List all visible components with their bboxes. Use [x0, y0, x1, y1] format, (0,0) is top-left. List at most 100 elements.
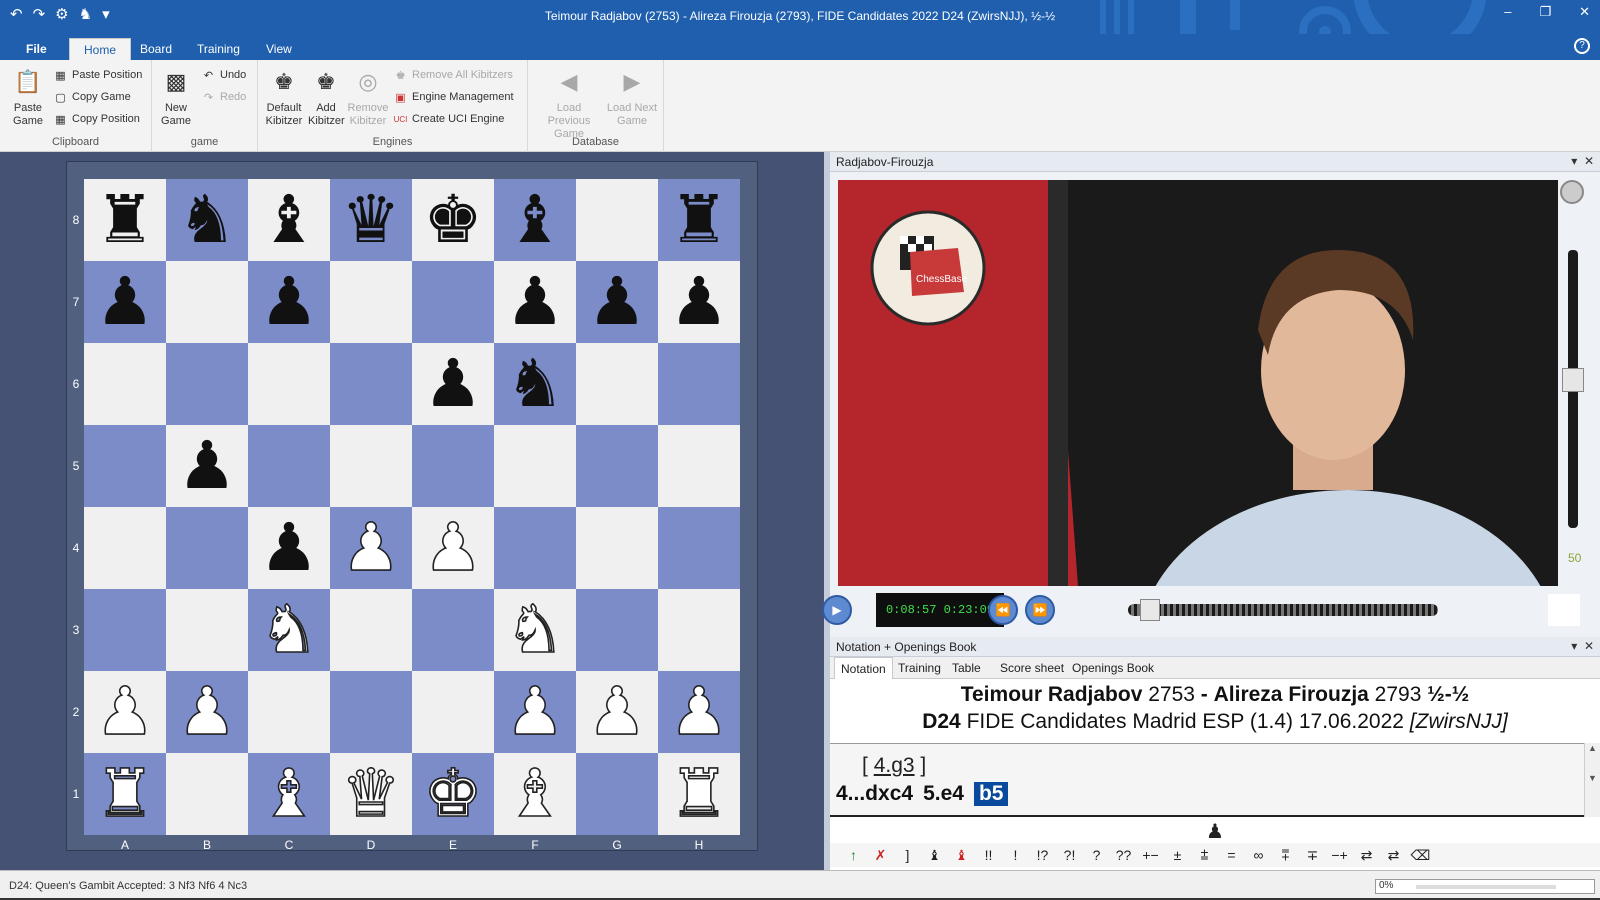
- square-c6[interactable]: [248, 343, 330, 425]
- white-pawn-icon[interactable]: ♟: [341, 514, 402, 582]
- square-e2[interactable]: [412, 671, 494, 753]
- square-f3[interactable]: ♞: [494, 589, 576, 671]
- square-e4[interactable]: ♟: [412, 507, 494, 589]
- white-queen-icon[interactable]: ♛: [341, 760, 402, 828]
- remove-kibitzer-button[interactable]: ◎ Remove Kibitzer: [346, 66, 390, 128]
- seek-thumb[interactable]: [1139, 599, 1160, 621]
- black-knight-icon[interactable]: ♞: [177, 187, 236, 253]
- square-e7[interactable]: [412, 261, 494, 343]
- annotation-button[interactable]: ??: [1110, 847, 1137, 863]
- black-pawn-icon[interactable]: ♟: [259, 269, 318, 335]
- play-button[interactable]: ▶: [822, 595, 852, 625]
- tab-notation[interactable]: Notation: [834, 657, 893, 679]
- annotation-button[interactable]: !: [1002, 847, 1029, 863]
- square-e5[interactable]: [412, 425, 494, 507]
- square-g7[interactable]: ♟: [576, 261, 658, 343]
- black-pawn-icon[interactable]: ♟: [177, 433, 236, 499]
- square-g1[interactable]: [576, 753, 658, 835]
- square-b7[interactable]: [166, 261, 248, 343]
- square-g4[interactable]: [576, 507, 658, 589]
- rewind-button[interactable]: ⏪: [988, 595, 1018, 625]
- square-c2[interactable]: [248, 671, 330, 753]
- square-f2[interactable]: ♟: [494, 671, 576, 753]
- create-uci-engine-button[interactable]: UCI Create UCI Engine: [394, 110, 505, 128]
- annotation-button[interactable]: ?!: [1056, 847, 1083, 863]
- square-f4[interactable]: [494, 507, 576, 589]
- annotation-button[interactable]: ⌫: [1407, 847, 1434, 864]
- white-pawn-icon[interactable]: ♟: [505, 678, 566, 746]
- square-g5[interactable]: [576, 425, 658, 507]
- square-h3[interactable]: [658, 589, 740, 671]
- paste-game-button[interactable]: 📋 Paste Game: [8, 66, 48, 128]
- square-a1[interactable]: ♜: [84, 753, 166, 835]
- tab-table[interactable]: Table: [946, 657, 987, 679]
- black-pawn-icon[interactable]: ♟: [505, 269, 564, 335]
- undo-button[interactable]: ↶ Undo: [202, 66, 246, 84]
- white-bishop-icon[interactable]: ♝: [259, 760, 320, 828]
- add-kibitzer-button[interactable]: ♚ Add Kibitzer: [308, 66, 345, 128]
- square-e8[interactable]: ♚: [412, 179, 494, 261]
- black-knight-icon[interactable]: ♞: [505, 351, 564, 417]
- white-knight-icon[interactable]: ♞: [259, 596, 320, 664]
- square-g2[interactable]: ♟: [576, 671, 658, 753]
- seek-bar[interactable]: [1128, 604, 1438, 616]
- tab-view[interactable]: View: [252, 38, 306, 60]
- square-e1[interactable]: ♚: [412, 753, 494, 835]
- square-h2[interactable]: ♟: [658, 671, 740, 753]
- white-pawn-icon[interactable]: ♟: [423, 514, 484, 582]
- copy-position-button[interactable]: ▦ Copy Position: [54, 110, 140, 128]
- volume-thumb[interactable]: [1562, 368, 1584, 392]
- square-h6[interactable]: [658, 343, 740, 425]
- annotation-button[interactable]: ?: [1083, 847, 1110, 863]
- annotation-button[interactable]: !!: [975, 847, 1002, 863]
- square-b3[interactable]: [166, 589, 248, 671]
- close-window-icon[interactable]: ✕: [1579, 4, 1590, 20]
- square-d5[interactable]: [330, 425, 412, 507]
- tab-training[interactable]: Training: [183, 38, 254, 60]
- annotation-button[interactable]: −+: [1326, 847, 1353, 863]
- square-d6[interactable]: [330, 343, 412, 425]
- square-b6[interactable]: [166, 343, 248, 425]
- black-pawn-icon[interactable]: ♟: [95, 269, 154, 335]
- copy-game-button[interactable]: ▢ Copy Game: [54, 88, 130, 106]
- square-a8[interactable]: ♜: [84, 179, 166, 261]
- move-item[interactable]: 4...dxc4: [836, 782, 913, 806]
- tab-home[interactable]: Home: [69, 38, 132, 60]
- black-bishop-icon[interactable]: ♝: [259, 187, 318, 253]
- annotation-button[interactable]: ∓: [1299, 847, 1326, 864]
- current-move[interactable]: b5: [973, 782, 1009, 806]
- square-d2[interactable]: [330, 671, 412, 753]
- annotation-button[interactable]: ±: [1164, 847, 1191, 863]
- tab-board[interactable]: Board: [126, 38, 186, 60]
- square-f7[interactable]: ♟: [494, 261, 576, 343]
- notation-panel-menu-close-icons[interactable]: ▾ ✕: [1571, 639, 1594, 653]
- annotation-button[interactable]: ⇄: [1380, 847, 1407, 864]
- black-pawn-icon[interactable]: ♟: [423, 351, 482, 417]
- annotation-button[interactable]: ∞: [1245, 847, 1272, 863]
- square-f6[interactable]: ♞: [494, 343, 576, 425]
- annotation-button[interactable]: ♝: [948, 847, 975, 864]
- annotation-button[interactable]: ⩱: [1272, 847, 1299, 864]
- square-d4[interactable]: ♟: [330, 507, 412, 589]
- panel-menu-close-icons[interactable]: ▾ ✕: [1571, 154, 1594, 168]
- help-icon[interactable]: ?: [1574, 38, 1590, 54]
- white-rook-icon[interactable]: ♜: [669, 760, 730, 828]
- annotation-button[interactable]: +−: [1137, 847, 1164, 863]
- video-frame[interactable]: ChessBase: [838, 180, 1558, 586]
- annotation-button[interactable]: ♝: [921, 847, 948, 864]
- white-rook-icon[interactable]: ♜: [95, 760, 156, 828]
- white-king-icon[interactable]: ♚: [423, 760, 484, 828]
- square-a6[interactable]: [84, 343, 166, 425]
- square-b4[interactable]: [166, 507, 248, 589]
- square-c4[interactable]: ♟: [248, 507, 330, 589]
- annotation-button[interactable]: =: [1218, 847, 1245, 863]
- square-c3[interactable]: ♞: [248, 589, 330, 671]
- move-list[interactable]: [ 4.g3 ] 4...dxc4 5.e4 b5: [830, 743, 1590, 817]
- minimize-icon[interactable]: –: [1504, 4, 1511, 20]
- square-h7[interactable]: ♟: [658, 261, 740, 343]
- square-f8[interactable]: ♝: [494, 179, 576, 261]
- fast-forward-button[interactable]: ⏩: [1025, 595, 1055, 625]
- square-d3[interactable]: [330, 589, 412, 671]
- square-a5[interactable]: [84, 425, 166, 507]
- annotation-button[interactable]: ⇄: [1353, 847, 1380, 864]
